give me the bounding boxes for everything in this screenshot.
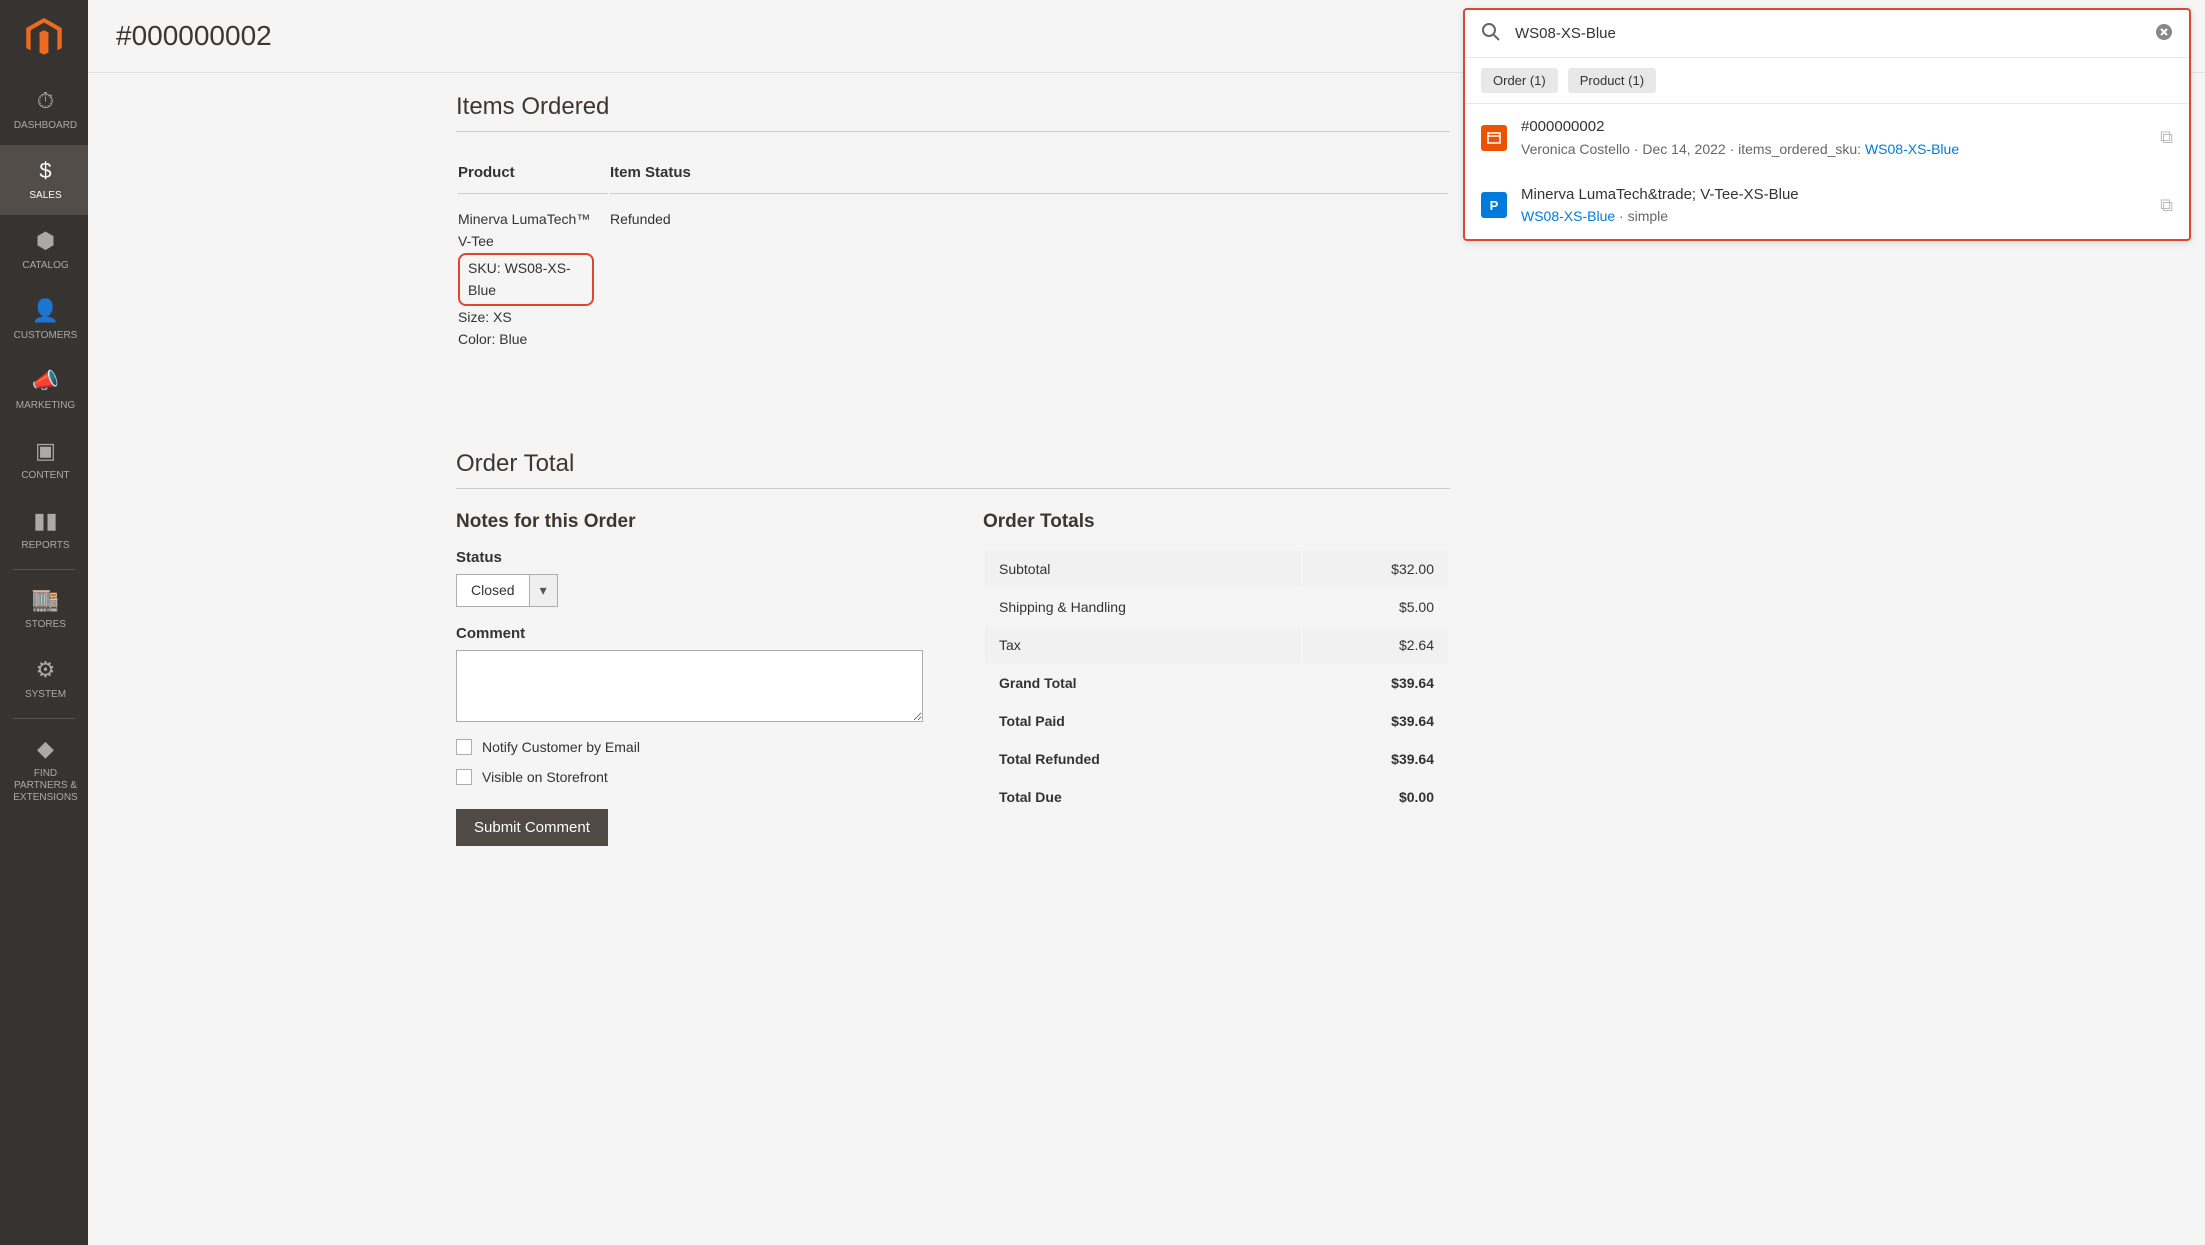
open-external-icon[interactable]: ⧉ bbox=[2160, 127, 2173, 148]
table-row: Minerva LumaTech™ V-Tee SKU: WS08-XS-Blu… bbox=[458, 196, 1448, 358]
item-status: Refunded bbox=[610, 196, 1448, 358]
visible-checkbox-row[interactable]: Visible on Storefront bbox=[456, 769, 923, 785]
nav-marketing[interactable]: 📣MARKETING bbox=[0, 355, 88, 425]
nav-reports[interactable]: ▮▮REPORTS bbox=[0, 495, 88, 565]
notify-checkbox-row[interactable]: Notify Customer by Email bbox=[456, 739, 923, 755]
result-title: #000000002 bbox=[1521, 116, 2146, 139]
megaphone-icon: 📣 bbox=[7, 368, 84, 394]
submit-comment-button[interactable]: Submit Comment bbox=[456, 809, 608, 846]
order-result-icon bbox=[1481, 125, 1507, 151]
result-title: Minerva LumaTech&trade; V-Tee-XS-Blue bbox=[1521, 184, 2146, 207]
search-result-product[interactable]: P Minerva LumaTech&trade; V-Tee-XS-Blue … bbox=[1465, 172, 2189, 240]
nav-catalog[interactable]: ⬢CATALOG bbox=[0, 215, 88, 285]
bar-chart-icon: ▮▮ bbox=[7, 508, 84, 534]
items-ordered-table: Product Item Status Minerva LumaTech™ V-… bbox=[456, 154, 1450, 360]
clear-search-icon[interactable] bbox=[2155, 23, 2173, 44]
product-result-icon: P bbox=[1481, 192, 1507, 218]
box-icon: ⬢ bbox=[7, 228, 84, 254]
chevron-down-icon: ▾ bbox=[529, 575, 557, 606]
notes-heading: Notes for this Order bbox=[456, 511, 923, 533]
admin-sidebar: ⏱DASHBOARD $SALES ⬢CATALOG 👤CUSTOMERS 📣M… bbox=[0, 0, 88, 1245]
nav-sales[interactable]: $SALES bbox=[0, 145, 88, 215]
comment-label: Comment bbox=[456, 625, 923, 642]
status-label: Status bbox=[456, 549, 923, 566]
nav-partners[interactable]: ◆FIND PARTNERS & EXTENSIONS bbox=[0, 723, 88, 817]
partners-icon: ◆ bbox=[7, 736, 84, 762]
col-item-status: Item Status bbox=[610, 156, 1448, 194]
nav-customers[interactable]: 👤CUSTOMERS bbox=[0, 285, 88, 355]
order-totals-table: Subtotal$32.00 Shipping & Handling$5.00 … bbox=[983, 549, 1450, 817]
items-ordered-heading: Items Ordered bbox=[456, 93, 1450, 132]
order-total-heading: Order Total bbox=[456, 450, 1450, 489]
gear-icon: ⚙ bbox=[7, 657, 84, 683]
filter-chip-order[interactable]: Order (1) bbox=[1481, 68, 1558, 93]
checkbox-icon bbox=[456, 769, 472, 785]
nav-divider bbox=[13, 569, 75, 570]
comment-textarea[interactable] bbox=[456, 650, 923, 722]
sku-highlight: SKU: WS08-XS-Blue bbox=[458, 253, 594, 306]
nav-content[interactable]: ▣CONTENT bbox=[0, 425, 88, 495]
nav-stores[interactable]: 🏬STORES bbox=[0, 574, 88, 644]
checkbox-icon bbox=[456, 739, 472, 755]
gauge-icon: ⏱ bbox=[7, 88, 84, 114]
search-icon bbox=[1481, 22, 1501, 45]
open-external-icon[interactable]: ⧉ bbox=[2160, 195, 2173, 216]
global-search-panel: Order (1) Product (1) #000000002 Veronic… bbox=[1463, 8, 2191, 241]
dollar-icon: $ bbox=[7, 158, 84, 184]
search-result-order[interactable]: #000000002 Veronica Costello · Dec 14, 2… bbox=[1465, 104, 2189, 172]
magento-logo[interactable] bbox=[26, 0, 62, 75]
person-icon: 👤 bbox=[7, 298, 84, 324]
filter-chip-product[interactable]: Product (1) bbox=[1568, 68, 1656, 93]
nav-dashboard[interactable]: ⏱DASHBOARD bbox=[0, 75, 88, 145]
search-input[interactable] bbox=[1515, 25, 2141, 42]
status-select[interactable]: Closed ▾ bbox=[456, 574, 558, 607]
col-product: Product bbox=[458, 156, 608, 194]
nav-divider bbox=[13, 718, 75, 719]
product-name: Minerva LumaTech™ V-Tee bbox=[458, 208, 594, 253]
nav-system[interactable]: ⚙SYSTEM bbox=[0, 644, 88, 714]
layout-icon: ▣ bbox=[7, 438, 84, 464]
store-icon: 🏬 bbox=[7, 587, 84, 613]
order-totals-heading: Order Totals bbox=[983, 511, 1450, 533]
